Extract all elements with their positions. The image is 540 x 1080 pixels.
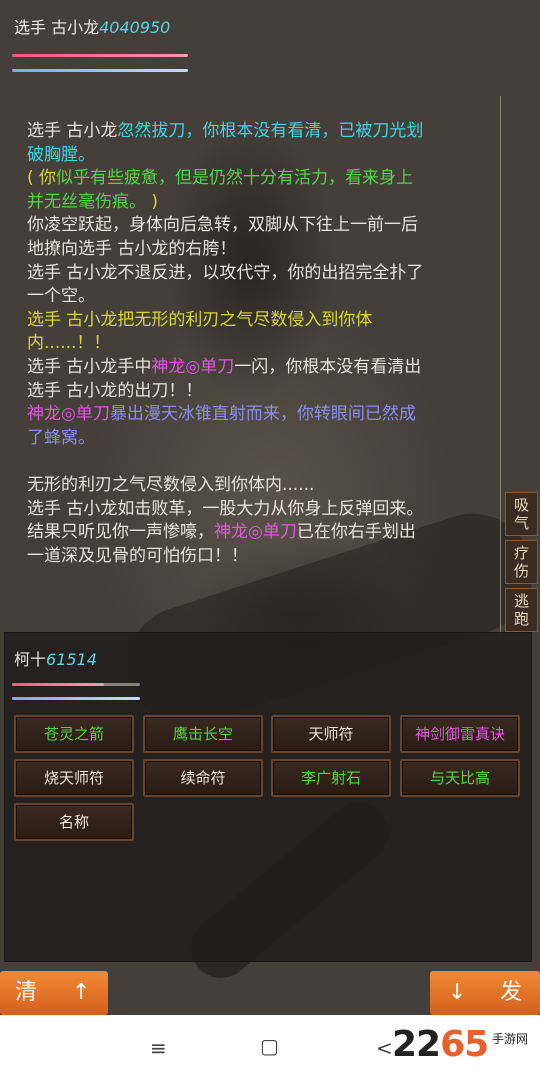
player-hp-bar bbox=[12, 54, 188, 57]
log-segment: 结果只听见你一声惨嚎， bbox=[27, 522, 214, 543]
down-send-button-group: ↓ 发 bbox=[430, 971, 540, 1015]
log-segment: 一闪，你根本没有看清出 bbox=[234, 356, 422, 377]
enemy-header: 柯十61514 bbox=[14, 646, 97, 670]
skill-button[interactable]: 烧天师符 bbox=[14, 759, 134, 797]
skill-button[interactable]: 天师符 bbox=[271, 715, 391, 753]
log-segment: 选手 古小龙的出刀！！ bbox=[27, 380, 203, 401]
skill-button[interactable]: 续命符 bbox=[143, 759, 263, 797]
combat-log: 选手 古小龙忽然拔刀，你根本没有看清，已被刀光划 破胸膛。( 你似乎有些疲惫，但是… bbox=[27, 120, 477, 568]
log-line: 破胸膛。 bbox=[27, 144, 477, 168]
send-button[interactable]: 发 bbox=[500, 971, 522, 1015]
log-segment: 破胸膛。 bbox=[27, 144, 95, 165]
log-line: ( 你似乎有些疲惫，但是仍然十分有活力，看来身上 bbox=[27, 167, 477, 191]
enemy-name: 柯十 bbox=[14, 650, 47, 669]
log-line: 无形的利刃之气尽数侵入到你体内...... bbox=[27, 474, 477, 498]
log-segment: 选手 古小龙把无形的利刃之气尽数侵入到你体 bbox=[27, 309, 373, 330]
skill-button[interactable]: 神剑御雷真诀 bbox=[400, 715, 520, 753]
skill-button[interactable]: 李广射石 bbox=[271, 759, 391, 797]
log-line: 选手 古小龙把无形的利刃之气尽数侵入到你体 bbox=[27, 309, 477, 333]
log-line: 选手 古小龙手中神龙◎单刀一闪，你根本没有看清出 bbox=[27, 356, 477, 380]
log-segment: 选手 古小龙如击败革，一股大力从你身上反弹回来。 bbox=[27, 498, 424, 519]
log-segment: 并无丝毫伤痕。 bbox=[27, 191, 146, 212]
enemy-mp-bar bbox=[12, 697, 140, 700]
player-mp-bar bbox=[12, 69, 188, 72]
log-line: 你凌空跃起，身体向后急转，双脚从下往上一前一后 bbox=[27, 214, 477, 238]
log-segment: 神龙◎单刀 bbox=[27, 404, 110, 425]
log-line: 了蜂窝。 bbox=[27, 427, 477, 451]
log-line: 一道深及见骨的可怕伤口！！ bbox=[27, 545, 477, 569]
log-segment: 忽然拔刀，你根本没有看清，已被刀光划 bbox=[117, 121, 424, 141]
scroll-down-button[interactable]: ↓ bbox=[448, 971, 466, 1015]
log-line: 一个空。 bbox=[27, 285, 477, 309]
watermark-part: 65 bbox=[440, 1024, 489, 1065]
log-line bbox=[27, 450, 477, 474]
log-segment: ( 你 bbox=[27, 168, 57, 189]
log-line: 选手 古小龙忽然拔刀，你根本没有看清，已被刀光划 bbox=[27, 120, 477, 144]
log-segment: 你凌空跃起，身体向后急转，双脚从下往上一前一后 bbox=[27, 215, 418, 236]
log-segment: 已在你右手划出 bbox=[296, 522, 416, 543]
heal-button[interactable]: 疗伤 bbox=[505, 540, 538, 584]
log-line: 选手 古小龙如击败革，一股大力从你身上反弹回来。 bbox=[27, 498, 477, 522]
log-segment: 似乎有些疲惫，但是仍然十分有活力，看来身上 bbox=[56, 168, 414, 189]
clear-up-button-group: 清 ↑ bbox=[0, 971, 108, 1015]
enemy-id: 61514 bbox=[46, 650, 97, 669]
log-segment: 一道深及见骨的可怕伤口！！ bbox=[27, 545, 248, 566]
log-line: 选手 古小龙不退反进，以攻代守，你的出招完全扑了 bbox=[27, 262, 477, 286]
flee-button[interactable]: 逃跑 bbox=[505, 588, 538, 632]
skill-button[interactable]: 与天比高 bbox=[400, 759, 520, 797]
skill-panel bbox=[4, 632, 532, 962]
clear-button[interactable]: 清 bbox=[15, 971, 37, 1015]
skill-button[interactable]: 苍灵之箭 bbox=[14, 715, 134, 753]
log-line: 地撩向选手 古小龙的右胯！ bbox=[27, 238, 477, 262]
log-segment: 神龙◎单刀 bbox=[151, 356, 235, 377]
watermark-logo: 2265 bbox=[392, 1024, 489, 1065]
log-segment: 无形的利刃之气尽数侵入到你体内...... bbox=[27, 474, 315, 495]
log-segment: 暴出漫天冰锥直射而来，你转眼间已然成 bbox=[109, 404, 416, 425]
log-border bbox=[500, 96, 501, 636]
watermark-suffix: 手游网 bbox=[492, 1032, 529, 1046]
enemy-hp-bar bbox=[12, 683, 105, 686]
player-id: 4040950 bbox=[99, 18, 171, 37]
log-line: 并无丝毫伤痕。 ) bbox=[27, 191, 477, 215]
log-line: 选手 古小龙的出刀！！ bbox=[27, 380, 477, 404]
skill-button[interactable]: 鹰击长空 bbox=[143, 715, 263, 753]
log-segment: 内......！！ bbox=[27, 333, 111, 354]
back-icon[interactable]: < bbox=[376, 1036, 393, 1060]
log-line: 内......！！ bbox=[27, 332, 477, 356]
player-header: 选手 古小龙4040950 bbox=[14, 14, 170, 38]
log-segment: ) bbox=[146, 191, 159, 212]
log-segment: 选手 古小龙手中 bbox=[27, 356, 152, 377]
log-line: 神龙◎单刀暴出漫天冰锥直射而来，你转眼间已然成 bbox=[27, 403, 477, 427]
watermark-part: 22 bbox=[392, 1024, 441, 1065]
log-segment: 神龙◎单刀 bbox=[214, 522, 297, 543]
log-segment: 选手 古小龙 bbox=[27, 121, 118, 141]
scroll-up-button[interactable]: ↑ bbox=[72, 971, 90, 1015]
menu-icon[interactable]: ≡ bbox=[150, 1036, 167, 1060]
log-segment: 选手 古小龙不退反进，以攻代守，你的出招完全扑了 bbox=[27, 262, 424, 283]
log-segment: 一个空。 bbox=[27, 286, 95, 307]
log-line: 结果只听见你一声惨嚎，神龙◎单刀已在你右手划出 bbox=[27, 521, 477, 545]
log-segment: 地撩向选手 古小龙的右胯！ bbox=[27, 238, 237, 259]
log-segment: 了蜂窝。 bbox=[27, 427, 95, 448]
player-name: 选手 古小龙 bbox=[14, 18, 100, 37]
skill-button[interactable]: 名称 bbox=[14, 803, 134, 841]
absorb-qi-button[interactable]: 吸气 bbox=[505, 492, 538, 536]
home-icon[interactable]: ▢ bbox=[260, 1034, 279, 1058]
